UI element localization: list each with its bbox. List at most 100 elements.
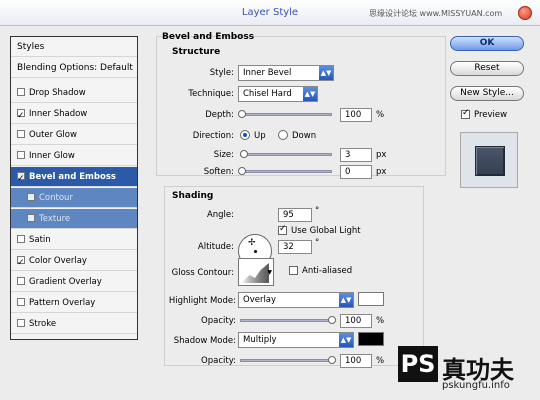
direction-down-radio[interactable] (278, 130, 288, 140)
shadow-opacity-field[interactable]: 100 (340, 354, 372, 368)
size-label: Size: (213, 150, 234, 160)
soften-label: Soften: (203, 167, 234, 177)
soften-slider-knob[interactable] (238, 167, 246, 175)
contour-curve-icon (241, 263, 269, 283)
structure-title: Structure (172, 47, 221, 57)
style-value: Inner Bevel (243, 68, 292, 78)
dropdown-arrow-icon: ▼ (267, 269, 272, 276)
sidebar-checkbox[interactable] (27, 213, 35, 222)
angle-center-icon (254, 250, 257, 253)
sidebar-item-drop-shadow[interactable]: Drop Shadow (11, 83, 137, 103)
size-field[interactable]: 3 (340, 148, 372, 162)
highlight-opacity-slider[interactable] (240, 319, 332, 322)
sidebar-item-texture[interactable]: Texture (11, 209, 137, 229)
altitude-label: Altitude: (197, 242, 234, 252)
shadow-opacity-slider[interactable] (240, 359, 332, 362)
sidebar-item-color-overlay[interactable]: Color Overlay (11, 251, 137, 273)
depth-unit: % (376, 110, 385, 120)
direction-up-radio[interactable] (240, 130, 250, 140)
shadow-mode-value: Multiply (243, 335, 277, 345)
preview-swatch (475, 146, 505, 176)
depth-field[interactable]: 100 (340, 108, 372, 122)
sidebar-item-gradient-overlay[interactable]: Gradient Overlay (11, 272, 137, 292)
sidebar-checkbox[interactable] (17, 253, 25, 273)
soften-unit: px (376, 167, 387, 177)
shading-title: Shading (172, 191, 214, 201)
reset-button[interactable]: Reset (450, 61, 524, 76)
new-style-button[interactable]: New Style... (450, 86, 524, 101)
sidebar-item-label: Inner Shadow (29, 109, 88, 119)
pskungfu-logo: PS 真功夫 pskungfu.info (398, 340, 534, 398)
technique-label: Technique: (188, 89, 234, 99)
preview-box (460, 132, 518, 188)
size-slider[interactable] (240, 153, 332, 156)
sidebar-item-styles[interactable]: Styles (11, 37, 137, 57)
sidebar-item-bevel-and-emboss[interactable]: Bevel and Emboss (11, 167, 137, 189)
highlight-mode-label: Highlight Mode: (168, 296, 236, 306)
soften-slider[interactable] (240, 170, 332, 173)
use-global-light-checkbox[interactable] (278, 224, 287, 235)
sidebar-checkbox[interactable] (17, 106, 25, 126)
shadow-opacity-knob[interactable] (328, 356, 336, 364)
highlight-opacity-label: Opacity: (201, 316, 236, 326)
sidebar-checkbox[interactable] (17, 87, 25, 96)
highlight-color-swatch[interactable] (358, 292, 384, 306)
sidebar-checkbox[interactable] (17, 169, 25, 189)
highlight-opacity-knob[interactable] (328, 316, 336, 324)
depth-slider-knob[interactable] (238, 110, 246, 118)
highlight-opacity-unit: % (376, 316, 385, 326)
shadow-color-swatch[interactable] (358, 332, 384, 346)
sidebar-checkbox[interactable] (17, 234, 25, 243)
sidebar-item-label: Drop Shadow (29, 88, 86, 98)
sidebar-checkbox[interactable] (17, 276, 25, 285)
sidebar-item-blending-options-default[interactable]: Blending Options: Default (11, 58, 137, 78)
sidebar-checkbox[interactable] (17, 318, 25, 327)
anti-aliased-checkbox[interactable] (289, 266, 298, 275)
gloss-contour-label: Gloss Contour: (171, 268, 234, 278)
sidebar-item-outer-glow[interactable]: Outer Glow (11, 125, 137, 145)
sidebar-item-label: Outer Glow (29, 130, 77, 140)
soften-field[interactable]: 0 (340, 165, 372, 179)
highlight-opacity-field[interactable]: 100 (340, 314, 372, 328)
altitude-field[interactable]: 32 (278, 240, 312, 254)
sidebar-item-inner-glow[interactable]: Inner Glow (11, 146, 137, 166)
sidebar-item-inner-shadow[interactable]: Inner Shadow (11, 104, 137, 126)
close-icon[interactable] (518, 6, 532, 20)
size-unit: px (376, 150, 387, 160)
gloss-contour-picker[interactable]: ▼ (238, 258, 274, 286)
sidebar-item-contour[interactable]: Contour (11, 188, 137, 208)
shadow-opacity-unit: % (376, 356, 385, 366)
style-dropdown[interactable]: Inner Bevel ▲▼ (238, 65, 334, 81)
technique-dropdown[interactable]: Chisel Hard ▲▼ (238, 86, 318, 102)
ok-button[interactable]: OK (450, 36, 524, 51)
shadow-mode-dropdown[interactable]: Multiply ▲▼ (238, 332, 354, 348)
sidebar-item-label: Stroke (29, 319, 57, 329)
direction-down-label: Down (292, 131, 317, 141)
title-bar: Layer Style 思缘设计论坛 www.MISSYUAN.com (0, 0, 540, 26)
sidebar-item-label: Styles (17, 42, 45, 52)
layer-style-dialog: Styles Blending Options: Default Drop Shad… (0, 26, 540, 400)
logo-url: pskungfu.info (442, 380, 510, 391)
sidebar-checkbox[interactable] (17, 129, 25, 138)
angle-unit: ° (315, 206, 320, 216)
depth-slider[interactable] (240, 113, 332, 116)
sidebar-item-label: Pattern Overlay (29, 298, 96, 308)
highlight-mode-value: Overlay (243, 295, 277, 305)
preview-checkbox[interactable] (461, 108, 470, 119)
sidebar-item-label: Texture (39, 214, 71, 224)
direction-up-label: Up (254, 131, 266, 141)
sidebar-item-label: Blending Options: Default (17, 63, 133, 73)
size-slider-knob[interactable] (240, 150, 248, 158)
ps-logo-mark: PS (398, 346, 438, 382)
sidebar-checkbox[interactable] (17, 297, 25, 306)
styles-sidebar: Styles Blending Options: Default Drop Shad… (10, 36, 138, 340)
sidebar-checkbox[interactable] (17, 150, 25, 159)
technique-value: Chisel Hard (243, 89, 292, 99)
angle-field[interactable]: 95 (278, 208, 312, 222)
highlight-mode-dropdown[interactable]: Overlay ▲▼ (238, 292, 354, 308)
sidebar-checkbox[interactable] (27, 192, 35, 201)
use-global-light-label: Use Global Light (291, 226, 361, 236)
sidebar-item-satin[interactable]: Satin (11, 230, 137, 250)
sidebar-item-pattern-overlay[interactable]: Pattern Overlay (11, 293, 137, 313)
sidebar-item-stroke[interactable]: Stroke (11, 314, 137, 334)
